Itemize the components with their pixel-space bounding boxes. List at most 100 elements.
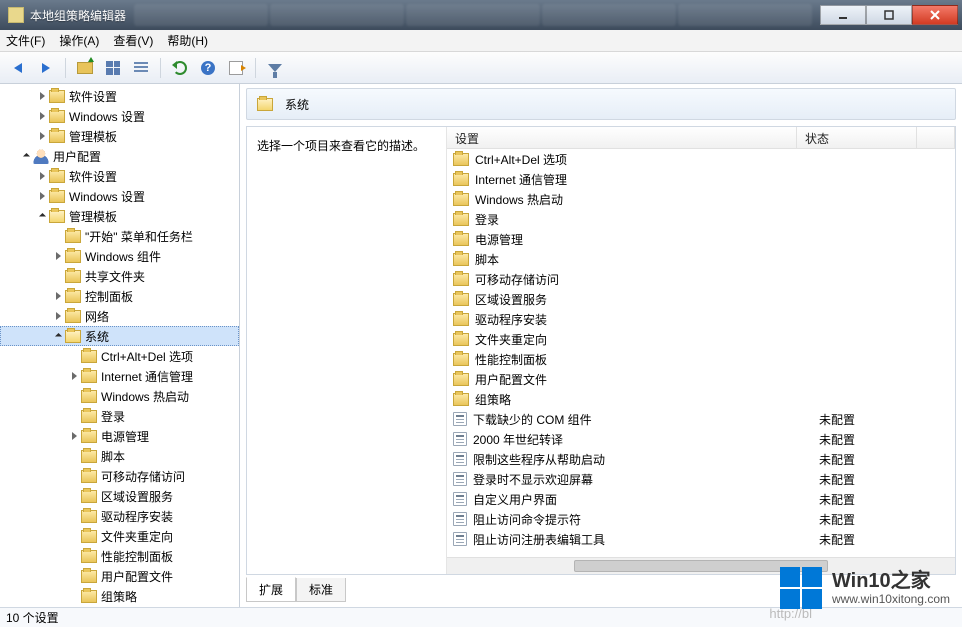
tree-node[interactable]: 管理模板: [0, 126, 239, 146]
folder-icon: [453, 393, 469, 406]
list-item-folder[interactable]: 电源管理: [447, 229, 955, 249]
maximize-button[interactable]: [866, 5, 912, 25]
tree-node[interactable]: 性能控制面板: [0, 546, 239, 566]
list-item-folder[interactable]: 用户配置文件: [447, 369, 955, 389]
tree-panel[interactable]: 软件设置Windows 设置管理模板用户配置软件设置Windows 设置管理模板…: [0, 84, 240, 607]
tree-toggle[interactable]: [36, 170, 48, 182]
column-state[interactable]: 状态: [797, 127, 917, 148]
tree-node[interactable]: Windows 设置: [0, 106, 239, 126]
tree-toggle[interactable]: [36, 210, 48, 222]
list-item-folder[interactable]: Windows 热启动: [447, 189, 955, 209]
list-item-folder[interactable]: 可移动存储访问: [447, 269, 955, 289]
tree-node[interactable]: Windows 组件: [0, 246, 239, 266]
list-item-policy[interactable]: 阻止访问注册表编辑工具未配置: [447, 529, 955, 549]
tree-toggle[interactable]: [36, 190, 48, 202]
column-setting[interactable]: 设置: [447, 127, 797, 148]
list-item-folder[interactable]: 性能控制面板: [447, 349, 955, 369]
tree-node[interactable]: "开始" 菜单和任务栏: [0, 226, 239, 246]
tree-node[interactable]: 电源管理: [0, 426, 239, 446]
tree-node[interactable]: 组策略: [0, 586, 239, 606]
folder-icon: [49, 190, 65, 203]
list-item-folder[interactable]: 驱动程序安装: [447, 309, 955, 329]
policy-icon: [453, 532, 467, 546]
tree-node[interactable]: Internet 通信管理: [0, 366, 239, 386]
tab-extended[interactable]: 扩展: [246, 577, 296, 602]
tree-label: 共享文件夹: [85, 268, 145, 285]
list-item-folder[interactable]: 登录: [447, 209, 955, 229]
tree-toggle[interactable]: [52, 250, 64, 262]
list-item-policy[interactable]: 自定义用户界面未配置: [447, 489, 955, 509]
menu-action[interactable]: 操作(A): [59, 32, 99, 49]
tree-node[interactable]: 登录: [0, 406, 239, 426]
folder-icon: [65, 330, 81, 343]
help-button[interactable]: ?: [196, 56, 220, 80]
settings-list[interactable]: Ctrl+Alt+Del 选项Internet 通信管理Windows 热启动登…: [447, 149, 955, 557]
tree-toggle[interactable]: [36, 130, 48, 142]
item-label: 可移动存储访问: [475, 271, 821, 288]
tree-label: 网络: [85, 308, 109, 325]
tree-node[interactable]: 共享文件夹: [0, 266, 239, 286]
list-item-policy[interactable]: 阻止访问命令提示符未配置: [447, 509, 955, 529]
tree-toggle[interactable]: [36, 110, 48, 122]
tree-node[interactable]: Ctrl+Alt+Del 选项: [0, 346, 239, 366]
up-level-button[interactable]: [73, 56, 97, 80]
menu-file[interactable]: 文件(F): [6, 32, 45, 49]
tree-node[interactable]: 网络: [0, 306, 239, 326]
list-item-policy[interactable]: 限制这些程序从帮助启动未配置: [447, 449, 955, 469]
scrollbar-thumb[interactable]: [574, 560, 828, 572]
tree-toggle[interactable]: [20, 150, 32, 162]
tree-node[interactable]: Windows 设置: [0, 186, 239, 206]
properties-button[interactable]: [129, 56, 153, 80]
tree-toggle[interactable]: [36, 90, 48, 102]
tree-node[interactable]: 文件夹重定向: [0, 526, 239, 546]
chevron-closed-icon: [40, 132, 45, 140]
tab-standard[interactable]: 标准: [296, 578, 346, 602]
list-item-policy[interactable]: 2000 年世纪转译未配置: [447, 429, 955, 449]
menu-help[interactable]: 帮助(H): [167, 32, 208, 49]
refresh-button[interactable]: [168, 56, 192, 80]
tree-label: 区域设置服务: [101, 488, 173, 505]
nav-back-button[interactable]: [6, 56, 30, 80]
tree-node[interactable]: 控制面板: [0, 286, 239, 306]
folder-up-icon: [77, 62, 93, 74]
close-button[interactable]: [912, 5, 958, 25]
menu-view[interactable]: 查看(V): [113, 32, 153, 49]
tree-node[interactable]: 区域设置服务: [0, 486, 239, 506]
list-item-folder[interactable]: 文件夹重定向: [447, 329, 955, 349]
tree-node[interactable]: 脚本: [0, 446, 239, 466]
tree-node[interactable]: 软件设置: [0, 86, 239, 106]
tree-node[interactable]: 用户配置: [0, 146, 239, 166]
list-item-folder[interactable]: Internet 通信管理: [447, 169, 955, 189]
filter-button[interactable]: [263, 56, 287, 80]
tree-node[interactable]: 用户配置文件: [0, 566, 239, 586]
tree-toggle[interactable]: [52, 290, 64, 302]
folder-icon: [49, 110, 65, 123]
tree-label: Ctrl+Alt+Del 选项: [101, 348, 193, 365]
tree-node[interactable]: 驱动程序安装: [0, 506, 239, 526]
list-item-folder[interactable]: 区域设置服务: [447, 289, 955, 309]
item-label: 下载缺少的 COM 组件: [473, 411, 819, 428]
export-button[interactable]: [224, 56, 248, 80]
tree-node[interactable]: 软件设置: [0, 166, 239, 186]
list-item-folder[interactable]: 脚本: [447, 249, 955, 269]
minimize-button[interactable]: [820, 5, 866, 25]
show-hide-tree-button[interactable]: [101, 56, 125, 80]
list-item-folder[interactable]: Ctrl+Alt+Del 选项: [447, 149, 955, 169]
list-item-folder[interactable]: 组策略: [447, 389, 955, 409]
tree-node[interactable]: 可移动存储访问: [0, 466, 239, 486]
tree-toggle[interactable]: [52, 310, 64, 322]
tree-toggle: [68, 470, 80, 482]
list-item-policy[interactable]: 登录时不显示欢迎屏幕未配置: [447, 469, 955, 489]
list-icon: [134, 62, 148, 74]
nav-forward-button[interactable]: [34, 56, 58, 80]
tree-node[interactable]: Windows 热启动: [0, 386, 239, 406]
tree-toggle[interactable]: [68, 430, 80, 442]
tree-node[interactable]: 桌面: [0, 606, 239, 607]
filter-icon: [268, 64, 282, 72]
tree-toggle[interactable]: [68, 370, 80, 382]
horizontal-scrollbar[interactable]: [447, 557, 955, 574]
tree-node[interactable]: 系统: [0, 326, 239, 346]
tree-node[interactable]: 管理模板: [0, 206, 239, 226]
list-item-policy[interactable]: 下载缺少的 COM 组件未配置: [447, 409, 955, 429]
tree-toggle[interactable]: [52, 330, 64, 342]
